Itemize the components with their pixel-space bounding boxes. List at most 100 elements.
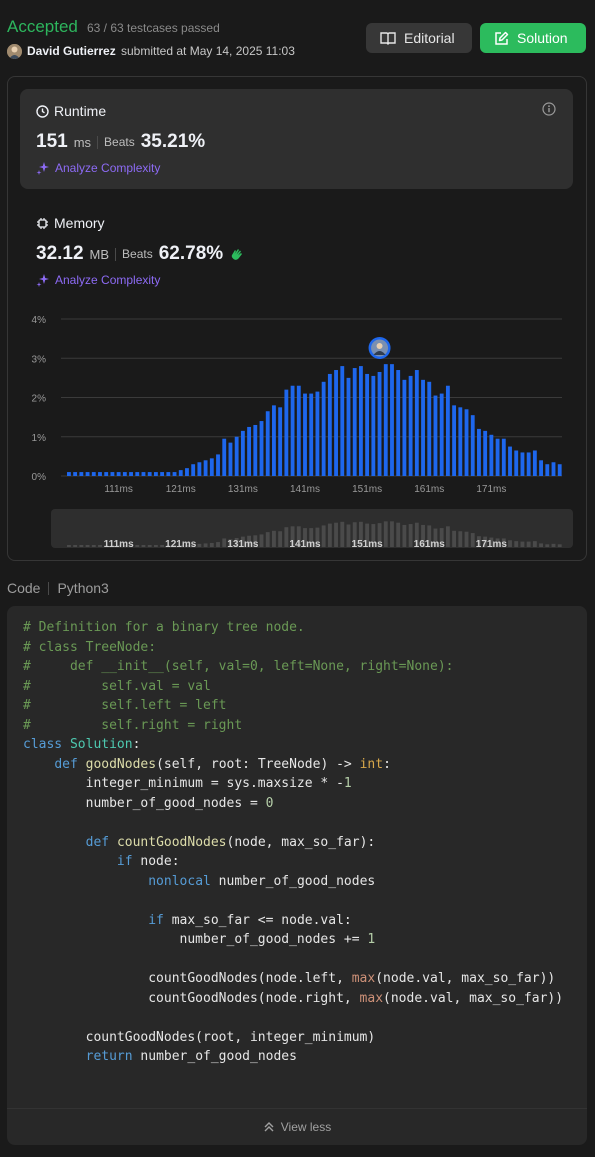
- x-tick-label: 121ms: [166, 484, 196, 495]
- chart-bar[interactable]: [346, 377, 351, 476]
- chart-bar[interactable]: [203, 460, 208, 476]
- memory-analyze-button[interactable]: Analyze Complexity: [36, 273, 160, 287]
- chart-bar[interactable]: [296, 385, 301, 476]
- chart-bar[interactable]: [129, 472, 133, 476]
- chart-bar[interactable]: [483, 430, 488, 476]
- chart-bar[interactable]: [390, 364, 394, 476]
- view-less-label: View less: [280, 1120, 332, 1134]
- chart-bar[interactable]: [421, 379, 425, 476]
- code-content[interactable]: # Definition for a binary tree node. # c…: [23, 618, 563, 1067]
- chart-bar[interactable]: [489, 434, 494, 476]
- chart-bar[interactable]: [514, 450, 519, 476]
- user-name[interactable]: David Gutierrez: [27, 44, 116, 58]
- runtime-analyze-button[interactable]: Analyze Complexity: [36, 161, 160, 175]
- avatar[interactable]: [7, 44, 22, 59]
- solution-button[interactable]: Solution: [480, 23, 586, 53]
- chart-bar[interactable]: [265, 411, 270, 476]
- chart-bar[interactable]: [526, 452, 531, 476]
- chart-bar[interactable]: [321, 381, 326, 476]
- chart-bar[interactable]: [104, 472, 109, 476]
- chart-bar[interactable]: [284, 389, 289, 476]
- chart-bar[interactable]: [377, 371, 382, 476]
- chart-bar[interactable]: [290, 385, 295, 476]
- chart-bar[interactable]: [365, 373, 370, 476]
- chart-bar[interactable]: [247, 426, 252, 476]
- chart-bar[interactable]: [303, 393, 307, 476]
- scrubber-tick-label: 151ms: [352, 539, 384, 550]
- chart-bar[interactable]: [495, 438, 500, 476]
- scrubber-bar: [222, 538, 227, 547]
- chart-bar[interactable]: [470, 415, 475, 476]
- chart-bar[interactable]: [439, 393, 444, 476]
- scrubber-bar: [526, 541, 531, 547]
- chart-bar[interactable]: [222, 438, 227, 476]
- chart-bar[interactable]: [79, 472, 84, 476]
- chart-bar[interactable]: [135, 472, 140, 476]
- chart-bar[interactable]: [427, 381, 432, 476]
- chart-bar[interactable]: [408, 375, 413, 476]
- chart-bar[interactable]: [371, 375, 376, 476]
- info-icon[interactable]: [542, 102, 556, 116]
- chart-bar[interactable]: [253, 424, 258, 476]
- chart-bar[interactable]: [545, 464, 550, 476]
- chart-bar[interactable]: [334, 370, 338, 476]
- chart-bar[interactable]: [352, 368, 357, 476]
- chart-bar[interactable]: [197, 462, 202, 476]
- chart-bar[interactable]: [464, 409, 469, 476]
- scrubber-bar: [67, 545, 71, 547]
- chart-bar[interactable]: [85, 472, 90, 476]
- runtime-distribution-chart[interactable]: 4% 3% 2% 1% 0% 111ms 121ms 131ms 141ms 151ms 161m…: [20, 310, 575, 555]
- chart-bar[interactable]: [557, 464, 562, 476]
- chart-bar[interactable]: [91, 472, 96, 476]
- chart-bar[interactable]: [147, 472, 152, 476]
- editorial-button[interactable]: Editorial: [366, 23, 472, 53]
- chart-bar[interactable]: [315, 391, 320, 476]
- scrubber-bar: [272, 530, 276, 547]
- chart-bar[interactable]: [110, 472, 115, 476]
- chart-bar[interactable]: [228, 442, 233, 476]
- chart-bar[interactable]: [166, 472, 171, 476]
- chart-bar[interactable]: [172, 472, 177, 476]
- chart-bar[interactable]: [122, 472, 127, 476]
- chart-bar[interactable]: [191, 464, 196, 476]
- scrubber-bar: [98, 545, 102, 547]
- chart-bar[interactable]: [520, 452, 525, 476]
- chart-bar[interactable]: [116, 472, 121, 476]
- chart-bar[interactable]: [508, 446, 512, 476]
- chart-bar[interactable]: [160, 472, 165, 476]
- chart-bar[interactable]: [532, 450, 537, 476]
- view-less-button[interactable]: View less: [7, 1108, 587, 1145]
- chart-bar[interactable]: [209, 458, 214, 476]
- chart-bar[interactable]: [402, 379, 407, 476]
- chart-bar[interactable]: [216, 454, 220, 476]
- chart-bar[interactable]: [153, 472, 158, 476]
- chart-bar[interactable]: [383, 364, 388, 476]
- chart-bar[interactable]: [396, 370, 401, 476]
- chart-bar[interactable]: [551, 462, 556, 476]
- chart-bar[interactable]: [539, 460, 544, 476]
- chart-bar[interactable]: [67, 472, 71, 476]
- chart-bar[interactable]: [278, 407, 283, 476]
- chart-bar[interactable]: [445, 385, 450, 476]
- chart-bar[interactable]: [327, 373, 332, 476]
- chart-bar[interactable]: [414, 370, 419, 476]
- chart-bar[interactable]: [185, 468, 189, 476]
- chart-bar[interactable]: [178, 470, 183, 476]
- chart-bar[interactable]: [234, 436, 239, 476]
- chart-bar[interactable]: [240, 430, 245, 476]
- chart-bar[interactable]: [272, 405, 276, 476]
- chart-bar[interactable]: [73, 472, 78, 476]
- chart-bar[interactable]: [433, 395, 438, 476]
- chart-bar[interactable]: [477, 428, 481, 476]
- chart-bar[interactable]: [309, 393, 314, 476]
- chart-bar[interactable]: [358, 366, 363, 476]
- chart-bar[interactable]: [259, 421, 264, 476]
- chart-bar[interactable]: [458, 407, 463, 476]
- scrubber-bar: [539, 543, 544, 547]
- chart-bar[interactable]: [340, 366, 345, 476]
- chart-bar[interactable]: [501, 438, 506, 476]
- user-marker-face: [376, 343, 383, 349]
- chart-bar[interactable]: [98, 472, 102, 476]
- chart-bar[interactable]: [141, 472, 146, 476]
- chart-bar[interactable]: [452, 405, 457, 476]
